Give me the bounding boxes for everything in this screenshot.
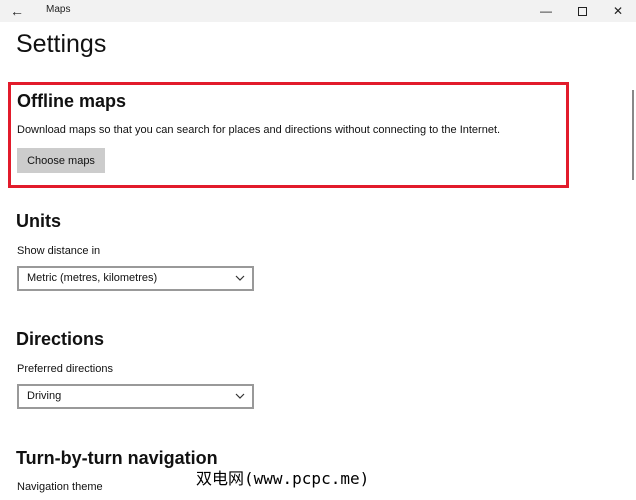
navigation-theme-label: Navigation theme [17,481,103,493]
chevron-down-icon [235,393,245,399]
preferred-directions-label: Preferred directions [17,363,113,375]
choose-maps-button[interactable]: Choose maps [17,148,105,173]
directions-heading: Directions [16,329,105,349]
offline-maps-description: Download maps so that you can search for… [17,124,501,136]
title-bar: ← Maps — ✕ [0,0,636,22]
minimize-icon: — [540,4,552,18]
back-button[interactable]: ← [6,2,28,20]
watermark: 双电网(www.pcpc.me) [196,469,370,488]
maximize-icon [577,7,587,17]
directions-dropdown-value: Driving [27,390,62,402]
close-button[interactable]: ✕ [598,0,636,22]
units-dropdown-value: Metric (metres, kilometres) [27,272,158,284]
vertical-scrollbar[interactable] [632,90,634,180]
directions-dropdown[interactable]: Driving [17,384,254,409]
units-heading: Units [16,211,61,231]
arrow-left-icon: ← [10,3,24,19]
minimize-button[interactable]: — [526,0,566,22]
close-icon: ✕ [612,4,624,18]
show-distance-label: Show distance in [17,245,101,257]
units-dropdown[interactable]: Metric (metres, kilometres) [17,266,254,291]
page-title: Settings [16,30,107,58]
offline-maps-heading: Offline maps [17,91,127,111]
turn-by-turn-heading: Turn-by-turn navigation [16,448,218,468]
maximize-button[interactable] [562,0,602,22]
app-title: Maps [46,4,71,15]
chevron-down-icon [235,275,245,281]
